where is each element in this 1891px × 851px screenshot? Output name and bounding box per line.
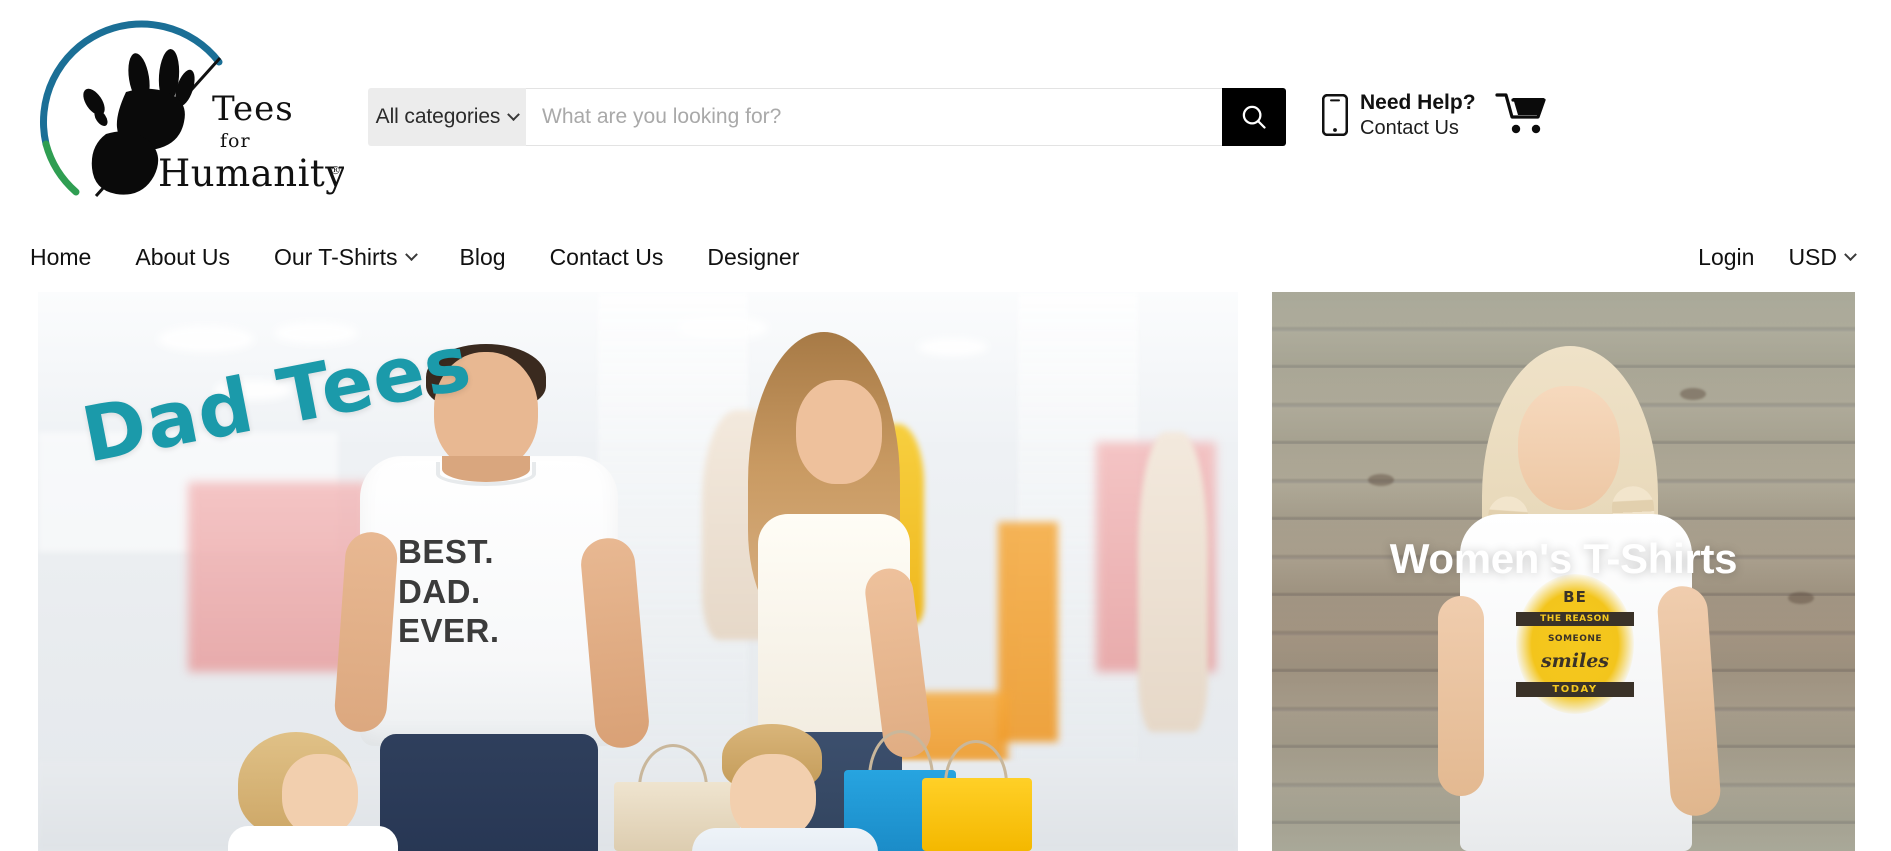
search-button[interactable] (1222, 88, 1286, 146)
hero-banner-row: BEST. DAD. EVER. Dad Tees BE THE REASON … (0, 292, 1891, 851)
nav-item-home[interactable]: Home (30, 244, 113, 271)
nav-secondary-links: Login USD (1698, 244, 1891, 271)
login-link[interactable]: Login (1698, 244, 1754, 271)
nav-item-label: About Us (135, 243, 230, 270)
nav-item-blog[interactable]: Blog (438, 244, 528, 271)
need-help-block[interactable]: Need Help? Contact Us (1322, 90, 1476, 140)
banner-womens-t-shirts[interactable]: BE THE REASON SOMEONE smiles TODAY Women… (1272, 292, 1855, 851)
svg-text:for: for (220, 130, 251, 152)
category-dropdown-label: All categories (375, 105, 501, 128)
login-label: Login (1698, 243, 1755, 270)
nav-item-contact-us[interactable]: Contact Us (528, 244, 686, 271)
need-help-subtitle: Contact Us (1360, 116, 1459, 139)
chevron-down-icon (507, 107, 521, 121)
photo-figure-girl (228, 732, 418, 851)
nav-primary-links: Home About Us Our T-Shirts Blog Contact … (0, 244, 821, 271)
nav-item-designer[interactable]: Designer (685, 244, 821, 271)
tee-print-womens: BE THE REASON SOMEONE smiles TODAY (1516, 574, 1634, 714)
tee-print-line: TODAY (1516, 682, 1634, 697)
photo-figure-boy (686, 724, 886, 851)
tee-print-line: EVER. (398, 612, 500, 650)
photo-figure-model: BE THE REASON SOMEONE smiles TODAY (1432, 346, 1732, 851)
currency-selector[interactable]: USD (1788, 243, 1857, 271)
nav-item-label: Designer (707, 243, 800, 270)
nav-item-label: Contact Us (549, 243, 664, 270)
tee-print-line: SOMEONE (1547, 634, 1603, 644)
search-input[interactable] (542, 105, 1222, 129)
tee-print-line: THE REASON (1516, 612, 1634, 626)
tee-print-line: smiles (1540, 650, 1610, 672)
site-header: Tees for Humanity ® All categories What … (0, 0, 1891, 283)
search-bar: All categories (368, 88, 1286, 146)
nav-item-label: Our T-Shirts (273, 243, 398, 270)
svg-text:Humanity: Humanity (158, 152, 344, 195)
shopping-cart-icon (1495, 93, 1546, 134)
tee-print-line: BEST. (398, 533, 495, 570)
currency-label: USD (1788, 243, 1837, 270)
banner-right-photo: BE THE REASON SOMEONE smiles TODAY (1272, 292, 1855, 851)
svg-text:Tees: Tees (212, 89, 294, 129)
tee-print-dad: BEST. DAD. EVER. (398, 532, 578, 651)
cart-button[interactable] (1495, 90, 1549, 141)
site-logo[interactable]: Tees for Humanity ® (34, 14, 344, 204)
nav-item-about-us[interactable]: About Us (113, 244, 252, 271)
search-input-wrapper (526, 88, 1222, 146)
need-help-title: Need Help? (1360, 91, 1476, 114)
nav-item-our-t-shirts[interactable]: Our T-Shirts (252, 244, 438, 271)
search-icon (1242, 105, 1266, 129)
svg-text:®: ® (330, 164, 341, 177)
nav-item-label: Blog (459, 243, 506, 270)
category-dropdown[interactable]: All categories (368, 88, 526, 146)
tee-print-line: BE (1563, 588, 1587, 606)
mobile-phone-icon (1322, 94, 1348, 136)
chevron-down-icon (404, 247, 418, 261)
main-navigation: Home About Us Our T-Shirts Blog Contact … (0, 222, 1891, 292)
nav-item-label: Home (30, 243, 92, 270)
tee-print-line: DAD. (398, 572, 481, 610)
banner-dad-tees[interactable]: BEST. DAD. EVER. Dad Tees (38, 292, 1238, 851)
chevron-down-icon (1844, 247, 1857, 261)
